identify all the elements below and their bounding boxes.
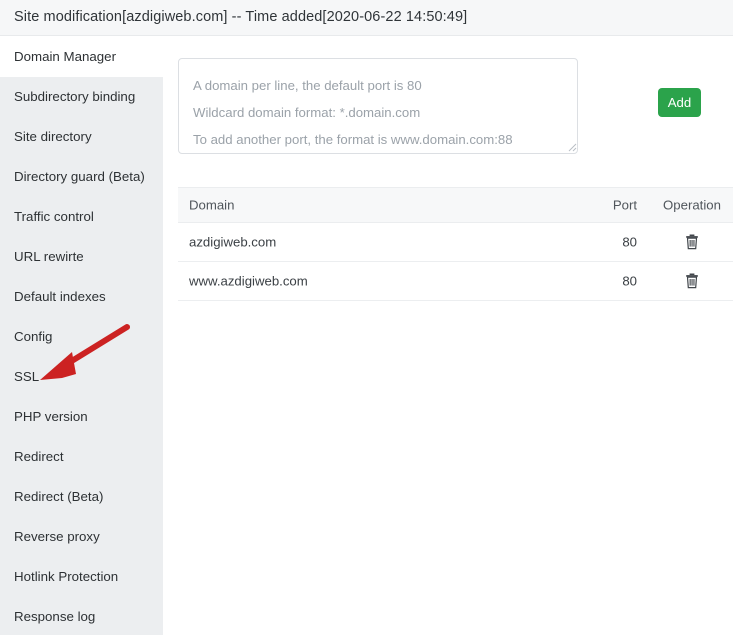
sidebar-item-label: Redirect xyxy=(14,449,64,464)
cell-port: 80 xyxy=(583,274,637,289)
sidebar-item-label: URL rewirte xyxy=(14,249,84,264)
page-header: Site modification[azdigiweb.com] -- Time… xyxy=(0,0,733,36)
sidebar-item-directory-guard[interactable]: Directory guard (Beta) xyxy=(0,157,163,197)
sidebar-item-label: Site directory xyxy=(14,129,92,144)
column-header-operation: Operation xyxy=(656,198,728,213)
sidebar-item-label: Config xyxy=(14,329,52,344)
trash-icon[interactable] xyxy=(683,272,701,290)
table-row: azdigiweb.com 80 xyxy=(178,223,733,262)
table-header-row: Domain Port Operation xyxy=(178,187,733,223)
sidebar-item-redirect[interactable]: Redirect xyxy=(0,437,163,477)
cell-domain: azdigiweb.com xyxy=(189,235,276,250)
cell-port: 80 xyxy=(583,235,637,250)
sidebar-item-reverse-proxy[interactable]: Reverse proxy xyxy=(0,517,163,557)
sidebar-item-label: PHP version xyxy=(14,409,88,424)
sidebar-item-hotlink-protection[interactable]: Hotlink Protection xyxy=(0,557,163,597)
add-button[interactable]: Add xyxy=(658,88,701,117)
sidebar-item-label: SSL xyxy=(14,369,39,384)
sidebar-item-response-log[interactable]: Response log xyxy=(0,597,163,635)
sidebar-item-label: Redirect (Beta) xyxy=(14,489,103,504)
sidebar-item-label: Reverse proxy xyxy=(14,529,100,544)
sidebar-item-label: Hotlink Protection xyxy=(14,569,118,584)
cell-operation xyxy=(656,272,728,290)
sidebar-item-domain-manager[interactable]: Domain Manager xyxy=(0,37,163,77)
domain-table: Domain Port Operation azdigiweb.com 80 xyxy=(178,187,733,301)
sidebar-item-php-version[interactable]: PHP version xyxy=(0,397,163,437)
column-header-domain: Domain xyxy=(189,198,234,213)
domain-input[interactable] xyxy=(178,58,578,154)
sidebar-item-site-directory[interactable]: Site directory xyxy=(0,117,163,157)
table-row: www.azdigiweb.com 80 xyxy=(178,262,733,301)
sidebar-item-label: Default indexes xyxy=(14,289,106,304)
sidebar-item-config[interactable]: Config xyxy=(0,317,163,357)
sidebar-item-traffic-control[interactable]: Traffic control xyxy=(0,197,163,237)
sidebar-item-label: Traffic control xyxy=(14,209,94,224)
sidebar-item-ssl[interactable]: SSL xyxy=(0,357,163,397)
trash-icon[interactable] xyxy=(683,233,701,251)
cell-domain: www.azdigiweb.com xyxy=(189,274,308,289)
page-title: Site modification[azdigiweb.com] -- Time… xyxy=(14,9,467,25)
sidebar-item-label: Subdirectory binding xyxy=(14,89,135,104)
sidebar-item-label: Domain Manager xyxy=(14,49,116,64)
site-modification-page: Site modification[azdigiweb.com] -- Time… xyxy=(0,0,733,635)
sidebar-item-label: Directory guard (Beta) xyxy=(14,169,145,184)
sidebar-nav: Domain Manager Subdirectory binding Site… xyxy=(0,37,163,635)
cell-operation xyxy=(656,233,728,251)
sidebar-item-subdirectory-binding[interactable]: Subdirectory binding xyxy=(0,77,163,117)
sidebar-item-label: Response log xyxy=(14,609,95,624)
main-content: Add Domain Port Operation azdigiweb.com … xyxy=(163,37,733,635)
sidebar-item-redirect-beta[interactable]: Redirect (Beta) xyxy=(0,477,163,517)
column-header-port: Port xyxy=(583,198,637,213)
sidebar-item-url-rewrite[interactable]: URL rewirte xyxy=(0,237,163,277)
sidebar-item-default-indexes[interactable]: Default indexes xyxy=(0,277,163,317)
